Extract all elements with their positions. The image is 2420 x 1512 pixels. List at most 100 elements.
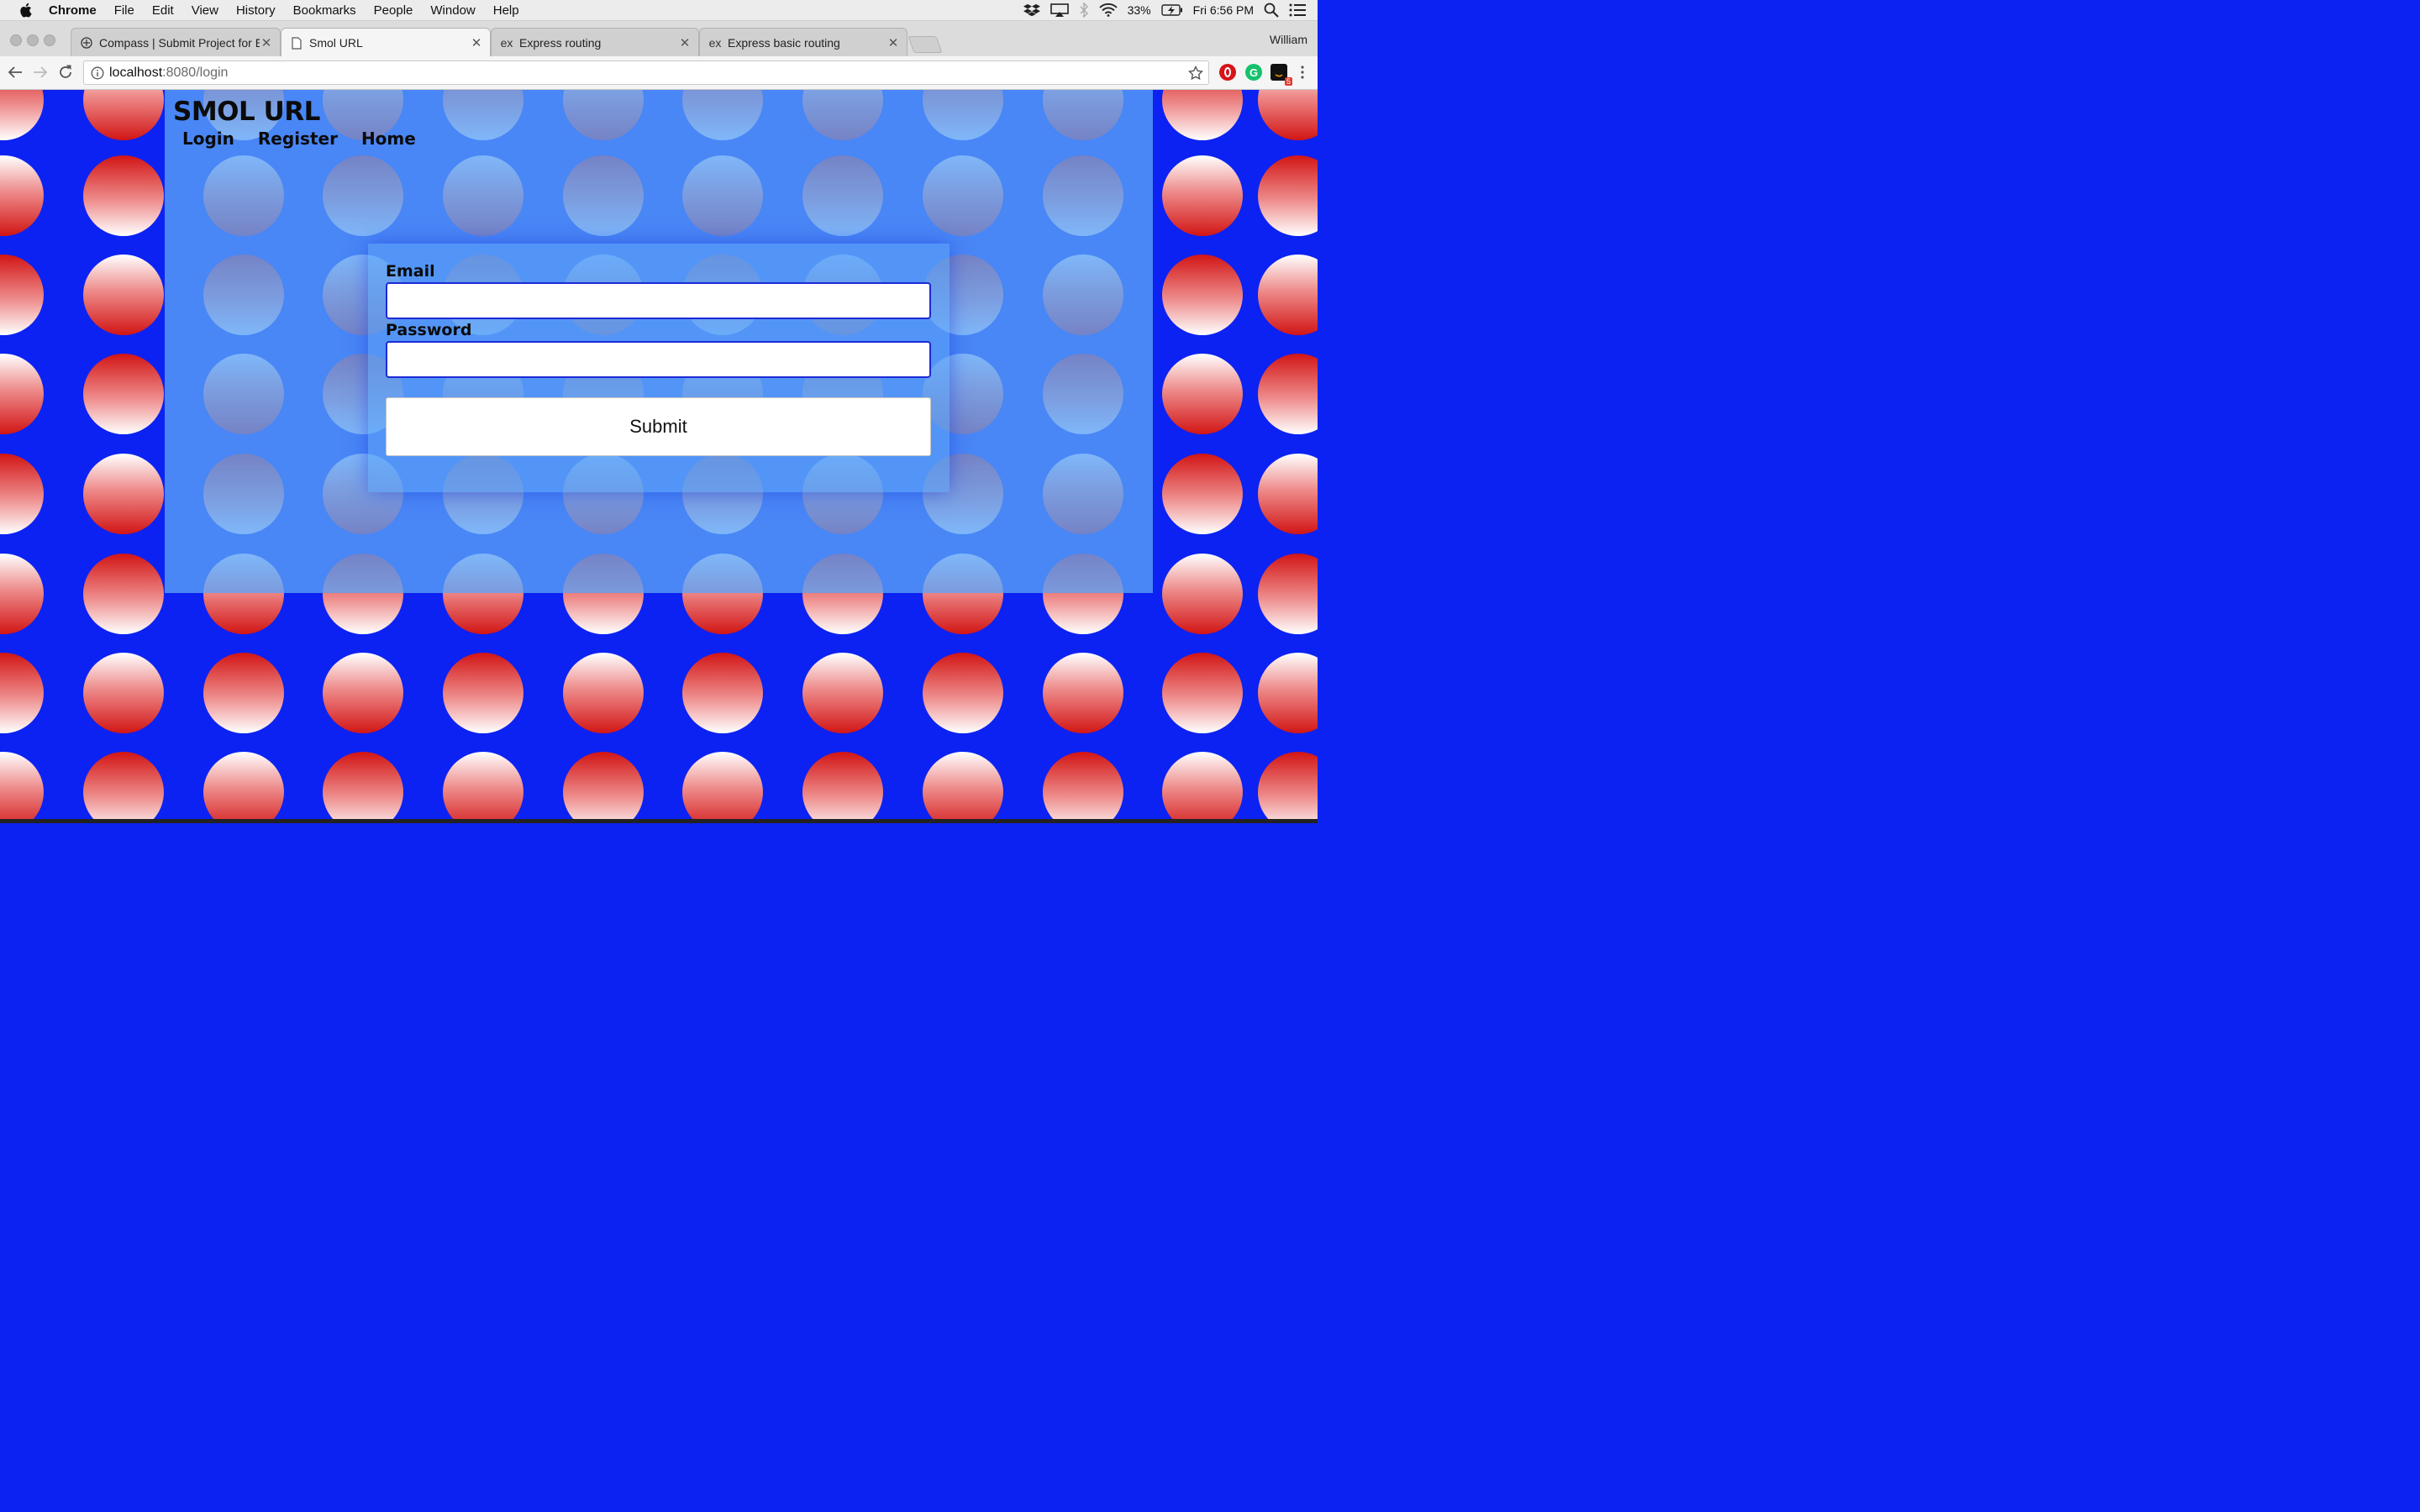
background-dot [1162,90,1243,140]
background-dot [83,354,164,434]
nav-home-link[interactable]: Home [361,129,416,149]
login-form: Email Password Submit [368,244,950,492]
tab-express-routing[interactable]: ex Express routing ✕ [491,28,699,56]
password-label: Password [386,321,472,339]
airplay-icon[interactable] [1050,3,1069,17]
dropbox-icon[interactable] [1023,3,1040,17]
background-dot [1258,454,1318,534]
back-arrow-icon[interactable] [7,64,24,81]
menu-file[interactable]: File [114,3,134,18]
background-dot [802,752,883,823]
forward-arrow-icon[interactable] [32,64,49,81]
page-viewport: SMOL URL Login Register Home Email Passw… [0,90,1318,823]
background-dot [682,653,763,733]
background-dot [83,155,164,236]
site-brand[interactable]: SMOL URL [173,97,320,127]
background-dot [203,653,284,733]
background-dot [203,752,284,823]
profile-name[interactable]: William [1270,33,1307,46]
battery-charging-icon[interactable] [1160,4,1183,16]
apple-logo-icon[interactable] [18,3,32,18]
extension-badge: 5 [1284,77,1292,86]
background-dot [1162,454,1243,534]
spotlight-search-icon[interactable] [1264,3,1279,18]
menu-edit[interactable]: Edit [152,3,174,18]
submit-button[interactable]: Submit [386,397,931,456]
amazon-assistant-extension-icon[interactable]: 5 [1270,64,1292,86]
menubar-clock[interactable]: Fri 6:56 PM [1193,3,1254,17]
background-dot [1258,155,1318,236]
menu-window[interactable]: Window [430,3,475,18]
background-dot [1258,90,1318,140]
background-dot [0,653,44,733]
macos-menu-bar: Chrome File Edit View History Bookmarks … [0,0,1318,21]
address-bar[interactable]: localhost:8080/login [83,60,1209,85]
bluetooth-icon[interactable] [1079,3,1089,18]
window-minimize-button[interactable] [27,34,39,46]
background-dot [563,653,644,733]
background-dot [1258,752,1318,823]
background-dot [443,653,523,733]
tab-title: Express routing [519,35,602,50]
background-dot [83,90,164,140]
menu-history[interactable]: History [236,3,276,18]
tab-compass[interactable]: Compass | Submit Project for E ✕ [71,28,281,56]
background-dot [0,155,44,236]
express-favicon: ex [708,35,722,50]
site-info-icon[interactable] [91,66,104,80]
url-host: localhost [109,65,163,80]
background-dot [1258,255,1318,335]
tab-strip: Compass | Submit Project for E ✕ Smol UR… [0,21,1318,57]
opera-extension-icon[interactable] [1219,64,1236,81]
chrome-menu-icon[interactable] [1294,64,1311,81]
menu-bookmarks[interactable]: Bookmarks [293,3,356,18]
menu-view[interactable]: View [192,3,218,18]
background-dot [1258,354,1318,434]
background-dot [1162,653,1243,733]
nav-login-link[interactable]: Login [182,129,234,149]
window-close-button[interactable] [10,34,22,46]
tab-close-icon[interactable]: ✕ [260,35,273,50]
email-field[interactable] [386,282,931,319]
background-dot [1258,554,1318,634]
window-zoom-button[interactable] [44,34,55,46]
compass-icon [80,36,93,50]
background-dot [323,653,403,733]
background-dot [802,653,883,733]
browser-toolbar: localhost:8080/login G 5 [0,56,1318,90]
background-dot [443,752,523,823]
page-icon [290,36,303,50]
tab-title: Compass | Submit Project for E [99,35,260,50]
reload-icon[interactable] [57,64,74,81]
url-path: :8080/login [162,65,229,80]
background-dot [0,554,44,634]
background-dot [1162,752,1243,823]
express-favicon: ex [500,35,513,50]
tab-close-icon[interactable]: ✕ [470,35,483,50]
background-dot [83,554,164,634]
background-dot [1162,354,1243,434]
tab-title: Express basic routing [728,35,840,50]
tab-express-basic-routing[interactable]: ex Express basic routing ✕ [699,28,908,56]
password-field[interactable] [386,341,931,378]
wifi-icon[interactable] [1098,3,1118,17]
bookmark-star-icon[interactable] [1188,66,1203,81]
background-dot [83,255,164,335]
background-dot [83,752,164,823]
menu-help[interactable]: Help [493,3,519,18]
background-dot [923,752,1003,823]
menu-people[interactable]: People [374,3,413,18]
background-dot [923,653,1003,733]
background-dot [682,752,763,823]
notification-center-icon[interactable] [1289,3,1306,17]
tab-smol-url[interactable]: Smol URL ✕ [281,28,491,57]
background-dot [563,752,644,823]
background-dot [83,653,164,733]
grammarly-extension-icon[interactable]: G [1245,64,1262,81]
background-dot [1043,653,1123,733]
tab-close-icon[interactable]: ✕ [886,35,900,50]
nav-register-link[interactable]: Register [258,129,338,149]
menu-app-chrome[interactable]: Chrome [49,3,97,18]
tab-close-icon[interactable]: ✕ [678,35,692,50]
new-tab-button[interactable] [908,36,943,53]
